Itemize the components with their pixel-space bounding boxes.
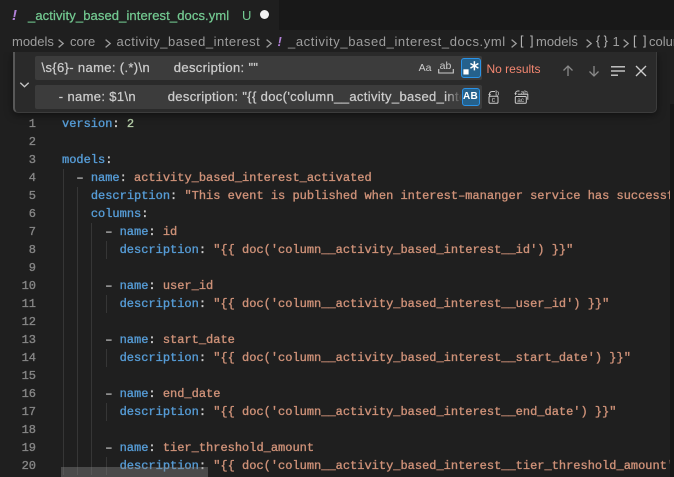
svg-text:ab: ab <box>520 89 527 96</box>
svg-text:ac: ac <box>517 97 525 104</box>
svg-text:b: b <box>495 90 499 97</box>
svg-text:c: c <box>492 97 496 104</box>
